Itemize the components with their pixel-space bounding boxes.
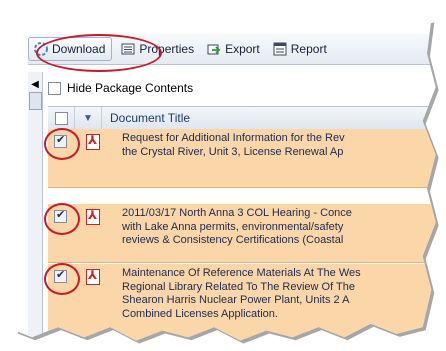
table-header: ▼ Document Title: [48, 106, 436, 130]
export-icon: [206, 41, 222, 57]
properties-button[interactable]: Properties: [116, 38, 198, 60]
column-header-document-title[interactable]: Document Title: [102, 111, 190, 125]
table-row[interactable]: 2011/03/17 North Anna 3 COL Hearing - Co…: [48, 204, 436, 263]
hide-package-contents-label: Hide Package Contents: [67, 81, 194, 95]
row-checkbox[interactable]: [54, 268, 67, 283]
properties-icon: [120, 41, 136, 57]
toolbar: Download Properties Export Report: [28, 34, 436, 65]
download-label: Download: [52, 42, 106, 56]
torn-paper: Download Properties Export Report ◀ Hide…: [10, 9, 436, 341]
export-button[interactable]: Export: [202, 38, 264, 60]
report-label: Report: [290, 42, 327, 56]
document-title-link[interactable]: Maintenance Of Reference Materials At Th…: [122, 267, 436, 321]
row-checkbox[interactable]: [54, 208, 67, 223]
collapse-arrow-icon[interactable]: ◀: [28, 78, 42, 92]
export-label: Export: [225, 42, 260, 56]
sidebar-handle[interactable]: [29, 92, 42, 110]
document-title-link[interactable]: 2011/03/17 North Anna 3 COL Hearing - Co…: [122, 207, 436, 248]
report-button[interactable]: Report: [268, 38, 331, 60]
screenshot-frame: Download Properties Export Report ◀ Hide…: [0, 0, 446, 351]
report-icon: [272, 41, 288, 57]
table-row[interactable]: Request for Additional Information for t…: [48, 129, 436, 188]
hide-package-contents-checkbox[interactable]: [48, 81, 61, 95]
sort-dropdown-icon[interactable]: ▼: [74, 107, 102, 129]
download-icon: [33, 41, 49, 57]
collapse-sidebar: ◀: [28, 72, 43, 341]
document-title-link[interactable]: Request for Additional Information for t…: [122, 132, 436, 159]
download-button[interactable]: Download: [28, 37, 113, 61]
pdf-icon[interactable]: [86, 133, 100, 150]
properties-label: Properties: [139, 42, 195, 56]
document-panel: Download Properties Export Report ◀ Hide…: [10, 9, 436, 341]
pdf-icon[interactable]: [86, 208, 100, 225]
pdf-icon[interactable]: [86, 268, 100, 285]
row-checkbox[interactable]: [54, 133, 67, 148]
hide-package-contents-option[interactable]: Hide Package Contents: [48, 78, 193, 98]
select-all-checkbox[interactable]: [54, 111, 68, 125]
